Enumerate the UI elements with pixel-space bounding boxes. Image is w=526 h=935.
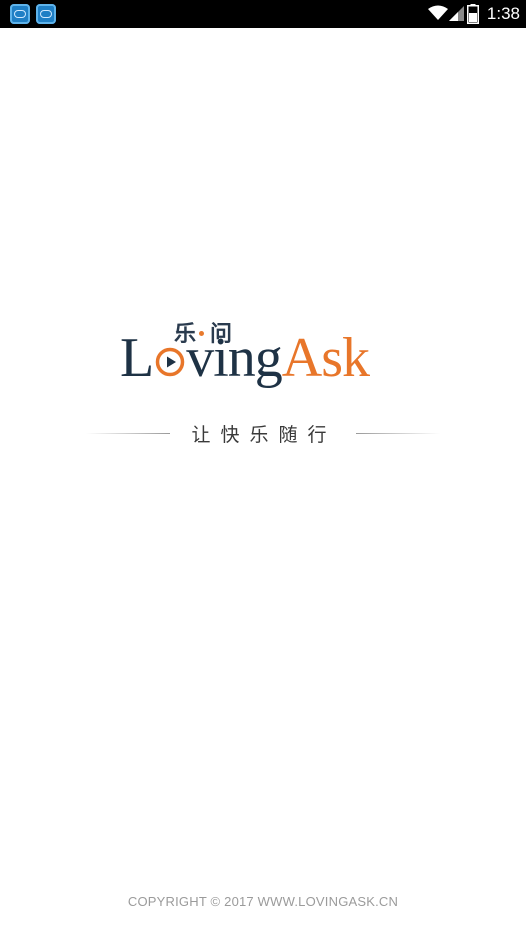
tagline-text: 让快乐随行	[191, 424, 337, 446]
logo-wordmark: LvingAsk	[120, 326, 370, 390]
play-circle-icon	[155, 327, 185, 377]
battery-icon	[467, 4, 479, 24]
tagline: 让快乐随行	[0, 420, 526, 448]
copyright-text: COPYRIGHT © 2017 WWW.LOVINGASK.CN	[127, 894, 399, 909]
signal-icon	[449, 6, 464, 21]
tagline-divider-right	[356, 433, 440, 434]
app-notification-icon	[36, 4, 56, 24]
wifi-icon	[428, 5, 448, 20]
status-clock: 1:38	[486, 4, 520, 23]
app-logo: 乐 问 LvingAsk	[120, 318, 420, 398]
logo-word-ask: Ask	[281, 327, 370, 389]
tagline-divider-left	[86, 433, 170, 434]
logo-word-ving: ving	[186, 327, 283, 389]
status-bar: 1:38	[0, 0, 526, 28]
logo-letter-l: L	[120, 327, 154, 389]
app-notification-icon	[10, 4, 30, 24]
